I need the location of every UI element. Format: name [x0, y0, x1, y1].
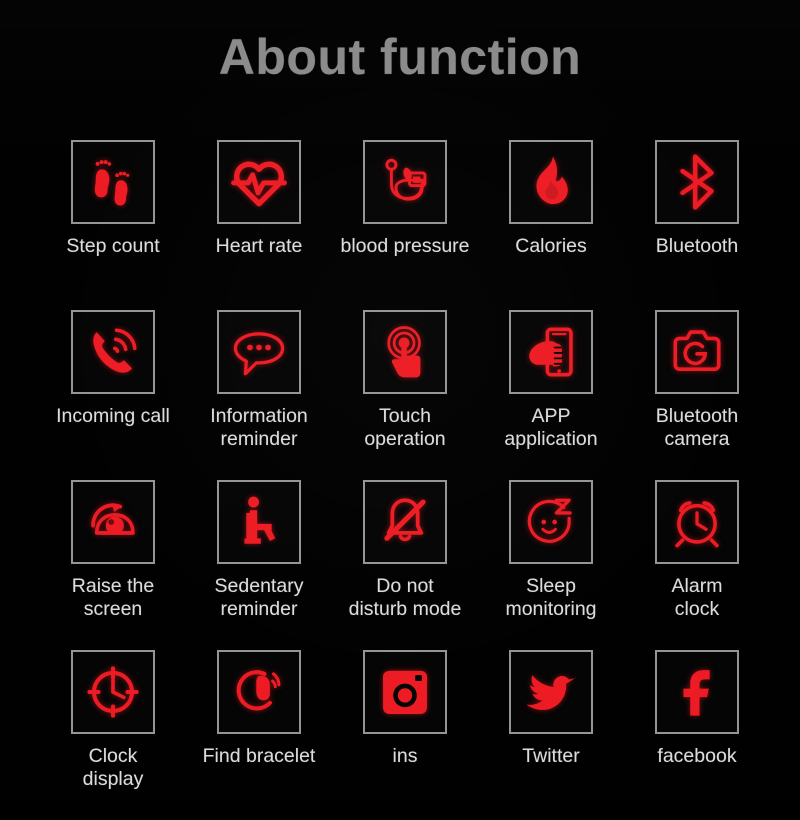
icon-frame	[217, 140, 301, 224]
function-item-label: Twitter	[522, 745, 580, 767]
bracelet-signal-icon	[236, 670, 281, 711]
icon-frame	[363, 140, 447, 224]
function-item-label: Find bracelet	[202, 745, 316, 767]
function-item-twitter[interactable]: Twitter	[478, 650, 624, 820]
function-item-label: blood pressure	[340, 235, 470, 257]
function-item-do-not-disturb[interactable]: Do not disturb mode	[332, 480, 478, 650]
function-grid: Step count Heart rate blood pressure Cal…	[40, 140, 770, 820]
icon-frame	[655, 480, 739, 564]
icon-frame	[217, 310, 301, 394]
function-item-heart-rate[interactable]: Heart rate	[186, 140, 332, 310]
speech-bubble-dots-icon	[233, 332, 285, 376]
facebook-f-icon	[683, 670, 710, 716]
function-item-bluetooth[interactable]: Bluetooth	[624, 140, 770, 310]
function-item-label: Information reminder	[210, 405, 308, 450]
clock-dial-icon	[87, 666, 139, 718]
footprints-icon	[94, 160, 130, 206]
icon-frame	[655, 140, 739, 224]
function-item-label: Alarm clock	[671, 575, 723, 620]
icon-frame	[71, 650, 155, 734]
hand-holding-phone-icon	[529, 327, 573, 377]
function-item-label: Clock display	[82, 745, 144, 790]
about-function-page: About function Step count Heart rate blo…	[0, 0, 800, 800]
function-item-incoming-call[interactable]: Incoming call	[40, 310, 186, 480]
ringing-phone-icon	[93, 328, 137, 373]
function-item-label: Bluetooth	[655, 235, 739, 257]
function-item-label: Heart rate	[215, 235, 303, 257]
twitter-bird-icon	[526, 675, 577, 710]
function-item-label: Do not disturb mode	[348, 575, 462, 620]
hand-tap-ripple-icon	[387, 326, 421, 378]
icon-frame	[217, 480, 301, 564]
function-item-label: Sleep monitoring	[505, 575, 597, 620]
function-item-label: Bluetooth camera	[655, 405, 739, 450]
function-item-ins[interactable]: ins	[332, 650, 478, 820]
camera-icon	[673, 330, 721, 372]
function-item-find-bracelet[interactable]: Find bracelet	[186, 650, 332, 820]
bluetooth-icon	[680, 154, 714, 210]
function-item-calories[interactable]: Calories	[478, 140, 624, 310]
icon-frame	[363, 310, 447, 394]
function-item-app-application[interactable]: APP application	[478, 310, 624, 480]
function-item-label: Incoming call	[56, 405, 170, 427]
icon-frame	[71, 480, 155, 564]
instagram-icon	[383, 670, 427, 714]
function-item-label: ins	[392, 745, 418, 767]
icon-frame	[655, 650, 739, 734]
icon-frame	[363, 650, 447, 734]
icon-frame	[71, 310, 155, 394]
function-item-label: APP application	[504, 405, 598, 450]
function-item-blood-pressure[interactable]: blood pressure	[332, 140, 478, 310]
icon-frame	[509, 310, 593, 394]
page-title: About function	[218, 29, 582, 85]
alarm-clock-icon	[675, 501, 719, 548]
function-item-facebook[interactable]: facebook	[624, 650, 770, 820]
function-item-step-count[interactable]: Step count	[40, 140, 186, 310]
icon-frame	[363, 480, 447, 564]
icon-frame	[71, 140, 155, 224]
function-item-clock-display[interactable]: Clock display	[40, 650, 186, 820]
function-item-label: facebook	[657, 745, 737, 767]
bell-slash-icon	[384, 498, 426, 542]
icon-frame	[655, 310, 739, 394]
icon-frame	[509, 480, 593, 564]
sitting-person-icon	[244, 496, 276, 544]
function-item-label: Sedentary reminder	[214, 575, 304, 620]
icon-frame	[509, 140, 593, 224]
function-item-sedentary-reminder[interactable]: Sedentary reminder	[186, 480, 332, 650]
function-item-information-reminder[interactable]: Information reminder	[186, 310, 332, 480]
function-item-label: Raise the screen	[71, 575, 155, 620]
function-item-label: Touch operation	[364, 405, 446, 450]
icon-frame	[217, 650, 301, 734]
icon-frame	[509, 650, 593, 734]
flame-icon	[536, 156, 568, 205]
eye-rotate-icon	[91, 502, 135, 535]
blood-pressure-monitor-icon	[385, 158, 427, 201]
function-item-bluetooth-camera[interactable]: Bluetooth camera	[624, 310, 770, 480]
function-item-raise-the-screen[interactable]: Raise the screen	[40, 480, 186, 650]
function-item-label: Calories	[515, 235, 587, 257]
function-item-sleep-monitoring[interactable]: Sleep monitoring	[478, 480, 624, 650]
function-item-touch-operation[interactable]: Touch operation	[332, 310, 478, 480]
heart-pulse-icon	[231, 161, 287, 207]
sleeping-face-z-icon	[527, 498, 572, 543]
function-item-label: Step count	[66, 235, 160, 257]
function-item-alarm-clock[interactable]: Alarm clock	[624, 480, 770, 650]
